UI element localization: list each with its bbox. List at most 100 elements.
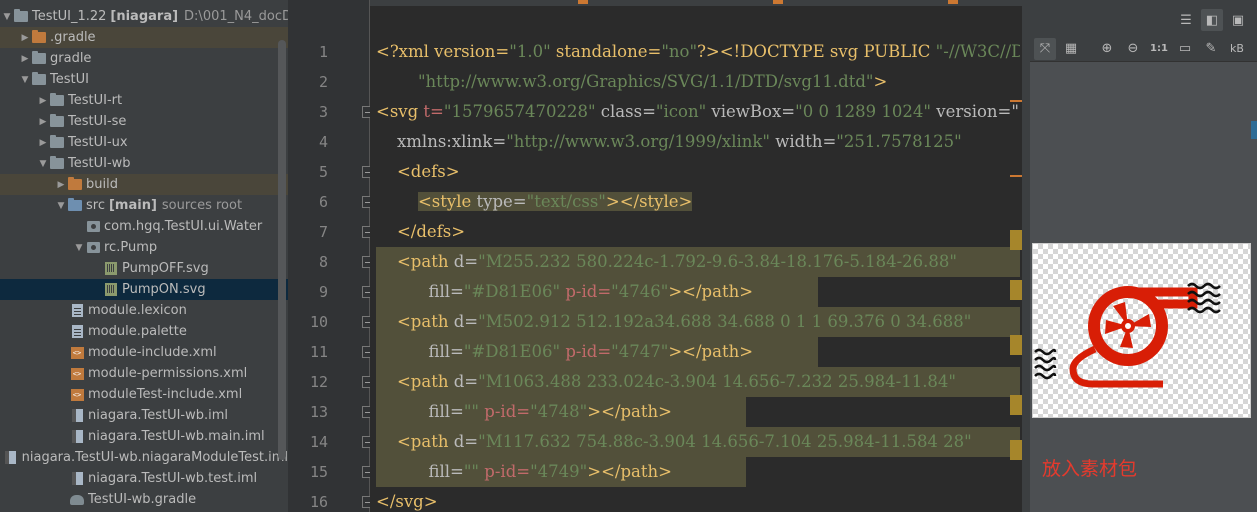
panel-edge-marker — [1251, 121, 1257, 139]
zoom-out-icon[interactable]: ⊖ — [1122, 38, 1144, 60]
tab-indicator — [948, 0, 958, 4]
iml-file-icon — [71, 472, 83, 485]
tree-item-label: TestUI-se — [68, 114, 127, 129]
chevron-down-icon[interactable]: ▼ — [18, 75, 32, 85]
line-number: 5 — [318, 163, 328, 181]
folder-icon — [50, 135, 64, 148]
tab-indicator — [773, 0, 783, 4]
tree-item-build[interactable]: ▶ build — [0, 174, 288, 195]
tree-item-testui-se[interactable]: ▶ TestUI-se — [0, 111, 288, 132]
tree-item-testui[interactable]: ▼ TestUI — [0, 69, 288, 90]
tree-item-label: TestUI-ux — [68, 135, 128, 150]
code-line-3[interactable]: <svg t="1579657470228" class="icon" view… — [376, 97, 1020, 127]
tree-item-wb-gradle[interactable]: TestUI-wb.gradle — [0, 489, 288, 510]
tree-item-label: src — [86, 198, 105, 213]
tree-item-module-permissions[interactable]: <> module-permissions.xml — [0, 363, 288, 384]
tree-item-wb-iml[interactable]: niagara.TestUI-wb.iml — [0, 405, 288, 426]
line-number: 6 — [318, 193, 328, 211]
source-set-badge: [main] — [108, 198, 157, 213]
code-line-7[interactable]: </defs> — [376, 217, 1020, 247]
sources-root-label: sources root — [161, 198, 243, 213]
svg-preview-image — [1032, 243, 1251, 418]
fit-zoom-icon[interactable]: ⤧ — [1034, 37, 1056, 60]
code-line-10[interactable]: <path d="M502.912 512.192a34.688 34.688 … — [376, 307, 1020, 337]
color-picker-icon[interactable]: ✎ — [1200, 38, 1222, 60]
editor-scrollbar[interactable] — [1022, 0, 1030, 512]
tree-item-src[interactable]: ▼ src [main] sources root — [0, 195, 288, 216]
gradle-icon — [70, 494, 84, 505]
editor-only-icon[interactable]: ☰ — [1175, 9, 1197, 31]
code-line-11[interactable]: fill="#D81E06" p-id="4747"></path> — [376, 337, 818, 367]
chevron-right-icon[interactable]: ▶ — [18, 33, 32, 43]
code-line-5[interactable]: <defs> — [376, 157, 1020, 187]
tree-item-gradle-dir[interactable]: ▶ .gradle — [0, 27, 288, 48]
line-number: 4 — [318, 133, 328, 151]
chevron-right-icon[interactable]: ▶ — [18, 54, 32, 64]
error-stripe-marker[interactable] — [1010, 175, 1022, 177]
tree-item-label: PumpON.svg — [122, 282, 206, 297]
project-tree: ▼ TestUI_1.22 [niagara] D:\001_N4_docDev… — [0, 0, 288, 512]
chevron-right-icon[interactable]: ▶ — [36, 96, 50, 106]
code-line-14[interactable]: <path d="M117.632 754.88c-3.904 14.656-7… — [376, 427, 1020, 457]
tree-item-package-pump[interactable]: ▼ rc.Pump — [0, 237, 288, 258]
preview-only-icon[interactable]: ▣ — [1227, 9, 1249, 31]
package-icon — [86, 221, 100, 232]
chevron-right-icon[interactable]: ▶ — [54, 180, 68, 190]
tree-item-testui-ux[interactable]: ▶ TestUI-ux — [0, 132, 288, 153]
error-stripe-marker[interactable] — [1010, 335, 1022, 355]
grid-icon[interactable]: ▦ — [1060, 38, 1082, 60]
tree-item-gradle[interactable]: ▶ gradle — [0, 48, 288, 69]
tree-item-moduletest-include[interactable]: <> moduleTest-include.xml — [0, 384, 288, 405]
tree-item-label: module-permissions.xml — [88, 366, 248, 381]
iml-file-icon — [71, 430, 83, 443]
chevron-down-icon[interactable]: ▼ — [54, 201, 68, 211]
error-stripe-marker[interactable] — [1010, 280, 1022, 300]
error-stripe-marker[interactable] — [1010, 230, 1022, 250]
chevron-down-icon[interactable]: ▼ — [36, 159, 50, 169]
code-line-4[interactable]: xmlns:xlink="http://www.w3.org/1999/xlin… — [376, 127, 1020, 157]
folder-icon — [50, 114, 64, 127]
tree-item-package-water[interactable]: ▶ com.hgq.TestUI.ui.Water — [0, 216, 288, 237]
code-line-9[interactable]: fill="#D81E06" p-id="4746"></path> — [376, 277, 818, 307]
error-stripe-marker[interactable] — [1010, 440, 1022, 460]
line-number: 15 — [309, 463, 328, 481]
tree-item-label: TestUI-wb — [68, 156, 131, 171]
tree-item-pumpon-selected[interactable]: PumpON.svg — [0, 279, 288, 300]
error-stripe-marker[interactable] — [1010, 100, 1022, 102]
code-line-8[interactable]: <path d="M255.232 580.224c-1.792-9.6-3.8… — [376, 247, 1020, 277]
tree-root[interactable]: ▼ TestUI_1.22 [niagara] D:\001_N4_docDev… — [0, 6, 288, 27]
background-icon[interactable]: ▭ — [1174, 38, 1196, 60]
error-stripe-marker[interactable] — [1010, 395, 1022, 415]
tree-item-testui-wb[interactable]: ▼ TestUI-wb — [0, 153, 288, 174]
code-line-15[interactable]: fill="" p-id="4749"></path> — [376, 457, 746, 487]
tree-scrollbar[interactable] — [278, 40, 286, 460]
tree-item-label: module.palette — [88, 324, 187, 339]
tree-item-module-lexicon[interactable]: module.lexicon — [0, 300, 288, 321]
impeller-center — [1125, 323, 1131, 329]
zoom-in-icon[interactable]: ⊕ — [1096, 38, 1118, 60]
tree-item-module-palette[interactable]: module.palette — [0, 321, 288, 342]
tree-item-wb-test-iml[interactable]: niagara.TestUI-wb.test.iml — [0, 468, 288, 489]
chevron-down-icon[interactable]: ▼ — [0, 12, 14, 22]
line-number: 16 — [309, 493, 328, 511]
tree-item-wb-moduletest-iml[interactable]: niagara.TestUI-wb.niagaraModuleTest.iml — [0, 447, 288, 468]
chevron-down-icon[interactable]: ▼ — [72, 243, 86, 253]
text-file-icon — [71, 304, 83, 317]
folder-icon — [32, 30, 46, 43]
code-line-1[interactable]: <?xml version="1.0" standalone="no"?><!D… — [376, 37, 1020, 67]
chevron-right-icon[interactable]: ▶ — [36, 138, 50, 148]
code-line-6[interactable]: <style type="text/css"></style> — [376, 187, 1020, 217]
tree-item-testui-rt[interactable]: ▶ TestUI-rt — [0, 90, 288, 111]
code-line-16[interactable]: </svg> — [376, 487, 1020, 512]
tree-item-label: niagara.TestUI-wb.main.iml — [88, 429, 265, 444]
preview-toolbar: ⤧ ▦ ⊕ ⊖ 1:1 ▭ ✎ kB — [1030, 36, 1257, 62]
code-line-2[interactable]: "http://www.w3.org/Graphics/SVG/1.1/DTD/… — [376, 67, 1020, 97]
tree-item-pumpoff[interactable]: PumpOFF.svg — [0, 258, 288, 279]
tree-item-module-include[interactable]: <> module-include.xml — [0, 342, 288, 363]
actual-size-button[interactable]: 1:1 — [1148, 38, 1170, 60]
tree-item-wb-main-iml[interactable]: niagara.TestUI-wb.main.iml — [0, 426, 288, 447]
code-line-13[interactable]: fill="" p-id="4748"></path> — [376, 397, 746, 427]
split-view-icon[interactable]: ◧ — [1201, 9, 1223, 31]
code-line-12[interactable]: <path d="M1063.488 233.024c-3.904 14.656… — [376, 367, 1020, 397]
chevron-right-icon[interactable]: ▶ — [36, 117, 50, 127]
